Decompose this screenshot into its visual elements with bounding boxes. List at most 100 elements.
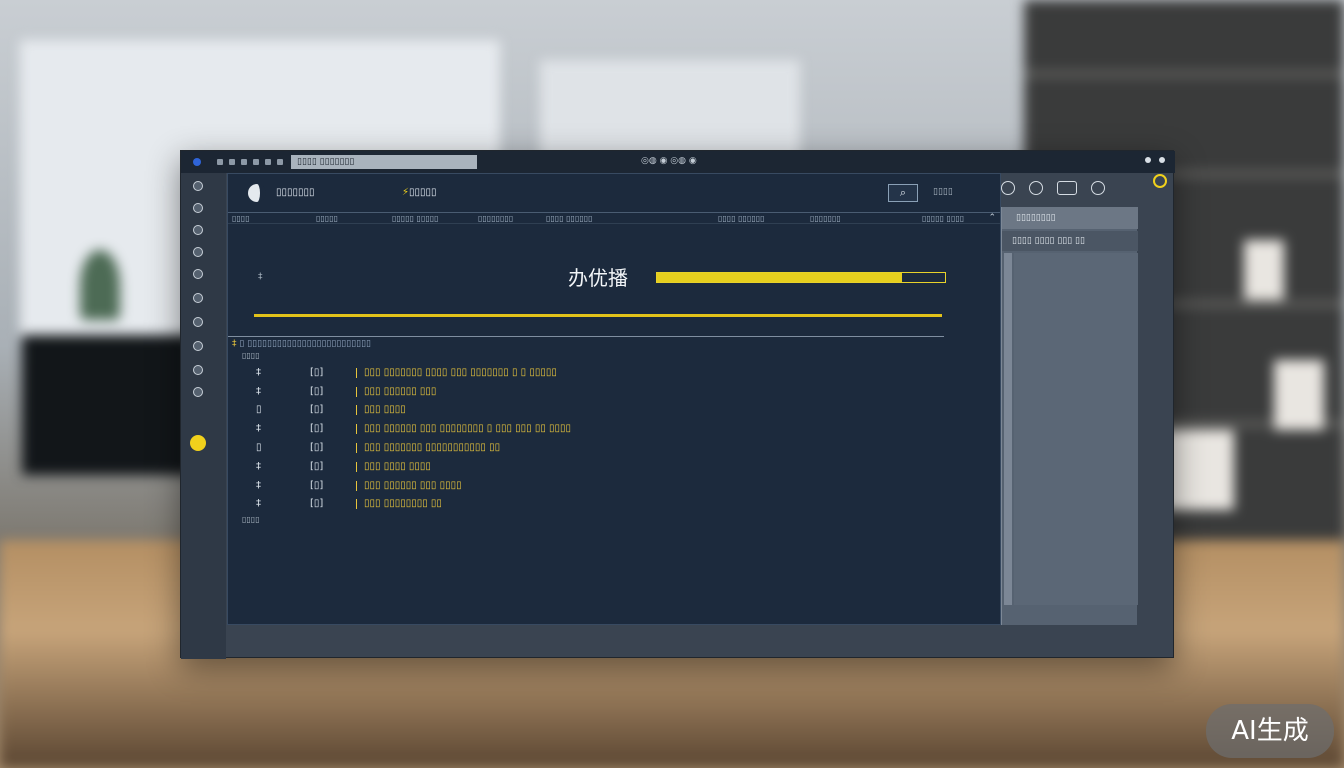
sidebar-clock-icon[interactable] [193,317,203,327]
chevron-up-icon[interactable]: ⌃ [988,213,996,223]
header-extra-label: ▯▯▯▯ [933,187,953,197]
side-panel-body [1014,253,1138,605]
row-text: ▯▯▯ ▯▯▯▯▯▯▯ ▯▯▯▯ ▯▯▯ ▯▯▯▯▯▯▯ ▯ ▯ ▯▯▯▯▯ [364,367,557,378]
info-icon[interactable] [1091,181,1105,195]
progress-bar [656,272,946,283]
sidebar-home-icon[interactable] [193,181,203,191]
row-text: ▯▯▯ ▯▯▯▯ ▯▯▯▯ [364,461,431,472]
column-header[interactable]: ▯▯▯▯▯ [316,214,338,223]
row-marker [356,462,357,472]
sidebar-list-icon[interactable] [193,247,203,257]
row-marker [356,387,357,397]
footer-label: ▯▯▯▯ [242,515,260,524]
row-marker [356,424,357,434]
brand-name: ▯▯▯▯▯▯▯ [276,187,315,198]
header-link[interactable]: ⚡▯▯▯▯▯ [402,187,437,198]
main-content-panel: ▯▯▯▯▯▯▯ ⚡▯▯▯▯▯ ⌕ ▯▯▯▯ ▯▯▯▯ ▯▯▯▯▯ ▯▯▯▯▯ ▯… [227,173,1001,625]
notification-icon[interactable] [1153,174,1167,188]
toolbar-icon[interactable] [241,159,247,165]
row-marker [356,481,357,491]
side-panel: ▯▯▯▯▯▯▯▯ ▯▯▯▯ ▯▯▯▯ ▯▯▯ ▯▯ [1001,207,1138,625]
toolbar-icon[interactable] [265,159,271,165]
search-button[interactable]: ⌕ [888,184,918,202]
row-text: ▯▯▯ ▯▯▯▯▯▯ ▯▯▯ ▯▯▯▯▯▯▯▯ ▯ ▯▯▯ ▯▯▯ ▯▯ ▯▯▯… [364,423,572,434]
side-panel-scrollbar[interactable] [1004,253,1012,605]
sidebar-folder-icon[interactable] [193,225,203,235]
column-header-bar: ▯▯▯▯ ▯▯▯▯▯ ▯▯▯▯▯ ▯▯▯▯▯ ▯▯▯▯▯▯▯▯ ▯▯▯▯ ▯▯▯… [228,212,1000,224]
column-header[interactable]: ▯▯▯▯▯ ▯▯▯▯▯ [392,214,439,223]
row-number: ‡ [256,498,261,509]
app-window: ▯▯▯▯ ▯▯▯▯▯▯▯ ◎◍ ◉ ◎◍ ◉ ▯▯▯▯▯▯▯ ⚡▯▯▯▯▯ ⌕ … [180,150,1175,659]
header-link-label: ▯▯▯▯▯ [409,187,437,198]
row-marker [356,499,357,509]
globe-icon[interactable] [1001,181,1015,195]
row-number: ‡ [256,367,261,378]
row-code: [▯] [310,461,324,472]
path-label: ▯▯▯▯ [242,351,260,360]
column-header[interactable]: ▯▯▯▯▯ ▯▯▯▯ [922,214,964,223]
row-number: ‡ [256,480,261,491]
chat-icon[interactable] [1057,181,1077,195]
column-header[interactable]: ▯▯▯▯▯▯▯▯ [478,214,513,223]
sidebar-settings-icon[interactable] [193,269,203,279]
column-header[interactable]: ▯▯▯▯▯▯▯ [810,214,841,223]
path-line: ‡ ▯ ▯▯▯▯▯▯▯▯▯▯▯▯▯▯▯▯▯▯▯▯▯▯▯▯▯ [232,339,372,349]
row-number: ▯ [256,442,262,453]
close-button[interactable] [1159,157,1165,163]
row-text: ▯▯▯ ▯▯▯▯▯▯ ▯▯▯ [364,386,437,397]
search-icon: ⌕ [899,186,907,199]
sidebar-document-icon[interactable] [193,203,203,213]
row-text: ▯▯▯ ▯▯▯▯▯▯ ▯▯▯ ▯▯▯▯ [364,480,462,491]
banner-marker: ‡ [258,272,263,282]
status-indicator-icon[interactable] [190,435,206,451]
row-marker [356,405,357,415]
toolbar-icon[interactable] [217,159,223,165]
row-number: ▯ [256,404,262,415]
side-panel-item[interactable]: ▯▯▯▯ ▯▯▯▯ ▯▯▯ ▯▯ [1002,231,1138,251]
row-number: ‡ [256,423,261,434]
title-center-icons: ◎◍ ◉ ◎◍ ◉ [641,156,697,166]
sidebar-chart-icon[interactable] [193,293,203,303]
sidebar-mail-icon[interactable] [193,365,203,375]
row-number: ‡ [256,386,261,397]
left-sidebar [181,173,226,659]
row-code: [▯] [310,367,324,378]
address-field[interactable]: ▯▯▯▯ ▯▯▯▯▯▯▯ [291,155,477,169]
translate-icon[interactable] [1029,181,1043,195]
title-bar: ▯▯▯▯ ▯▯▯▯▯▯▯ ◎◍ ◉ ◎◍ ◉ [181,151,1175,173]
sidebar-user-icon[interactable] [193,341,203,351]
column-header[interactable]: ▯▯▯▯ ▯▯▯▯▯▯ [718,214,765,223]
row-text: ▯▯▯ ▯▯▯▯▯▯▯▯ ▯▯ [364,498,442,509]
right-toolbar [1001,181,1105,195]
row-code: [▯] [310,404,324,415]
toolbar-icon[interactable] [253,159,259,165]
toolbar-icon[interactable] [277,159,283,165]
row-code: [▯] [310,423,324,434]
column-header[interactable]: ▯▯▯▯ [232,214,250,223]
window-controls [1145,157,1165,163]
toolbar-icon[interactable] [229,159,235,165]
title-toolbar [217,155,283,169]
column-header[interactable]: ▯▯▯▯ ▯▯▯▯▯▯ [546,214,593,223]
row-code: [▯] [310,442,324,453]
row-marker [356,368,357,378]
row-text: ▯▯▯ ▯▯▯▯▯▯▯ ▯▯▯▯▯▯▯▯▯▯▯ ▯▯ [364,442,501,453]
row-code: [▯] [310,386,324,397]
row-number: ‡ [256,461,261,472]
accent-divider [254,314,942,317]
row-marker [356,443,357,453]
divider [228,336,944,337]
row-code: [▯] [310,498,324,509]
main-header: ▯▯▯▯▯▯▯ ⚡▯▯▯▯▯ ⌕ ▯▯▯▯ [228,174,1000,212]
logo-icon [248,184,266,202]
sidebar-lock-icon[interactable] [193,387,203,397]
banner-title: 办优播 [568,266,628,290]
ai-generated-watermark: AI生成 [1206,704,1334,758]
row-text: ▯▯▯ ▯▯▯▯ [364,404,406,415]
minimize-button[interactable] [1145,157,1151,163]
side-panel-header[interactable]: ▯▯▯▯▯▯▯▯ [1002,207,1138,229]
app-icon [193,158,201,166]
progress-fill [657,273,902,282]
row-code: [▯] [310,480,324,491]
path-text: ▯ ▯▯▯▯▯▯▯▯▯▯▯▯▯▯▯▯▯▯▯▯▯▯▯▯▯ [239,339,372,349]
